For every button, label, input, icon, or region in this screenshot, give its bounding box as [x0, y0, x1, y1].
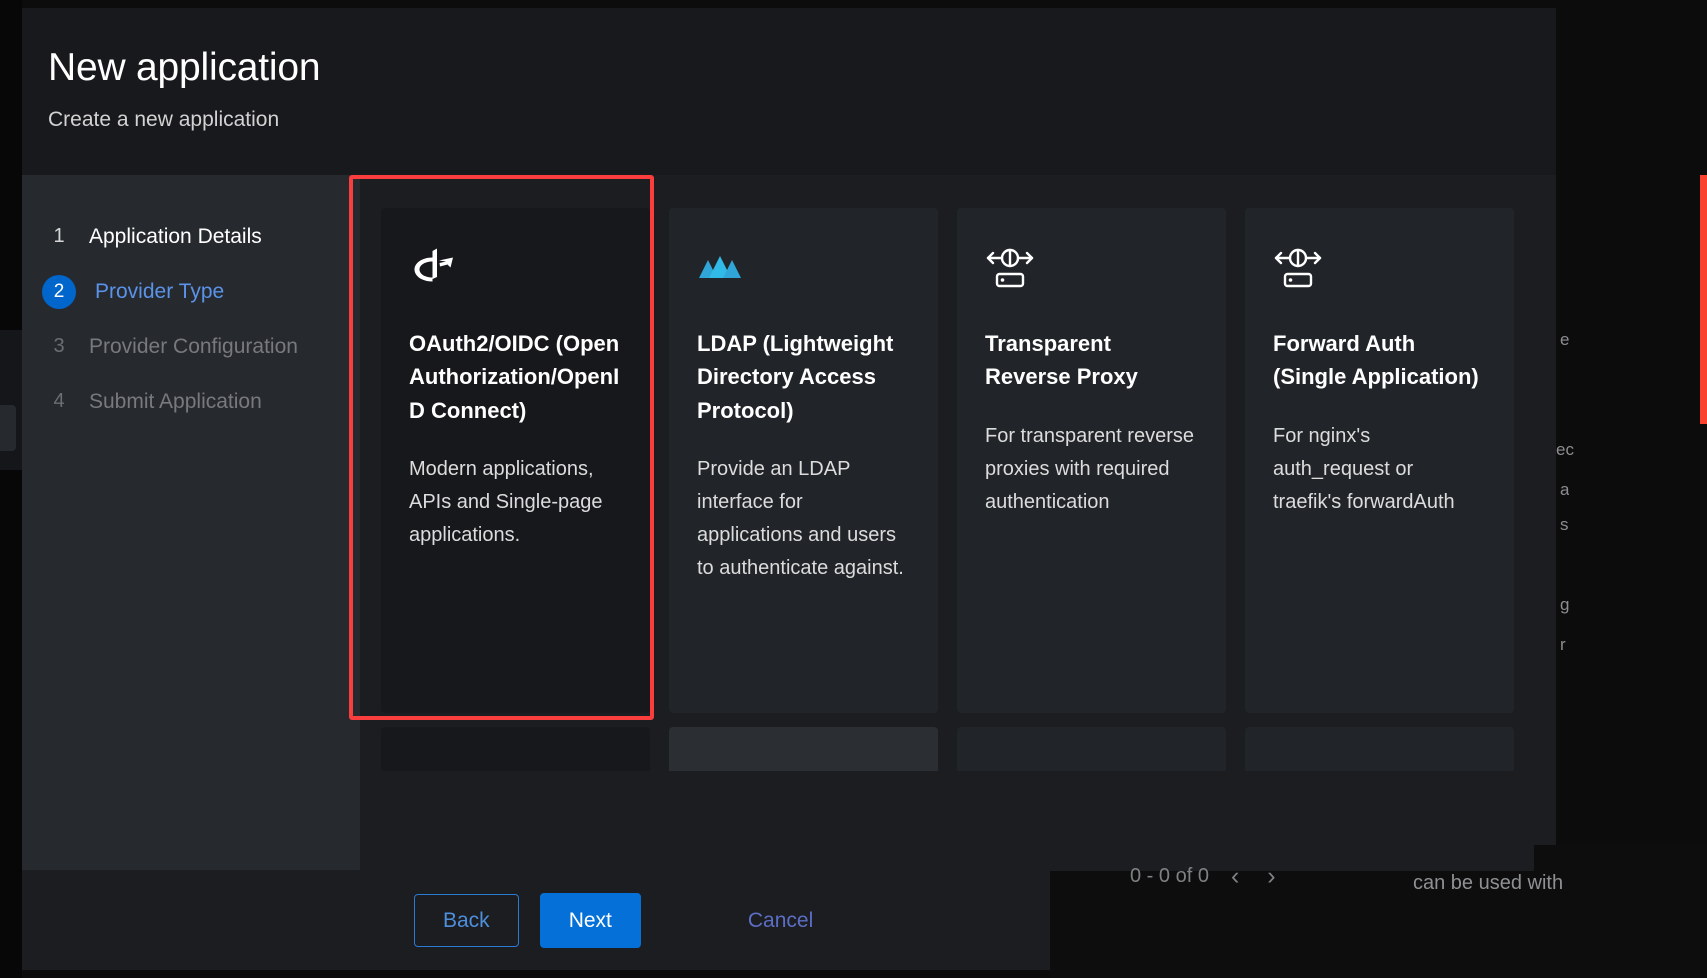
provider-card-title: LDAP (Lightweight Directory Access Proto… — [697, 327, 910, 427]
provider-card-description: Modern applications, APIs and Single-pag… — [409, 453, 622, 552]
step-number: 1 — [48, 225, 70, 248]
background-text-fragment: a — [1560, 480, 1569, 500]
new-application-modal: New application Create a new application… — [22, 8, 1556, 970]
background-text-fragment: r — [1560, 635, 1566, 655]
wizard-step-application-details[interactable]: 1 Application Details — [22, 209, 360, 264]
page-title: New application — [48, 46, 1556, 91]
step-number-badge: 2 — [42, 275, 76, 309]
right-edge-highlight-bar — [1700, 175, 1707, 424]
step-label: Provider Configuration — [89, 335, 298, 359]
provider-card-stub[interactable] — [669, 727, 938, 771]
background-left-strip — [0, 0, 22, 978]
provider-card-grid: OAuth2/OIDC (Open Authorization/OpenID C… — [381, 208, 1514, 713]
background-text-fragment: e — [1560, 330, 1569, 350]
provider-card-stub[interactable] — [1245, 727, 1514, 771]
background-text-fragment: can be used with — [1413, 872, 1563, 895]
step-label: Provider Type — [95, 280, 224, 304]
provider-card-title: Forward Auth (Single Application) — [1273, 327, 1486, 394]
provider-card-stub[interactable] — [381, 727, 650, 771]
background-left-tab — [0, 405, 16, 451]
provider-card-stub[interactable] — [957, 727, 1226, 771]
wizard-step-submit-application[interactable]: 4 Submit Application — [22, 374, 360, 429]
provider-card-description: For transparent reverse proxies with req… — [985, 420, 1198, 519]
pagination-range-label: 0 - 0 of 0 — [1130, 865, 1209, 888]
chevron-right-icon[interactable]: › — [1261, 862, 1281, 891]
modal-body: 1 Application Details 2 Provider Type 3 … — [22, 175, 1556, 870]
wizard-step-nav: 1 Application Details 2 Provider Type 3 … — [22, 175, 360, 870]
pagination-controls: 0 - 0 of 0 ‹ › — [1130, 862, 1282, 891]
step-number: 3 — [48, 335, 70, 358]
background-text-fragment: g — [1560, 595, 1569, 615]
openid-connect-icon — [409, 241, 622, 297]
background-text-fragment: s — [1560, 515, 1569, 535]
modal-header: New application Create a new application — [22, 8, 1556, 175]
step-label: Application Details — [89, 225, 262, 249]
provider-card-ldap[interactable]: LDAP (Lightweight Directory Access Proto… — [669, 208, 938, 713]
reverse-proxy-icon — [985, 241, 1198, 297]
provider-card-transparent-reverse-proxy[interactable]: Transparent Reverse Proxy For transparen… — [957, 208, 1226, 713]
forward-auth-icon — [1273, 241, 1486, 297]
provider-card-description: For nginx's auth_request or traefik's fo… — [1273, 420, 1486, 519]
background-pagination-strip-top — [1050, 845, 1534, 871]
page-subtitle: Create a new application — [48, 108, 1556, 132]
step-number: 4 — [48, 390, 70, 413]
provider-card-oauth2-oidc[interactable]: OAuth2/OIDC (Open Authorization/OpenID C… — [381, 208, 650, 713]
provider-card-stub-row — [381, 727, 1514, 771]
wizard-step-provider-configuration[interactable]: 3 Provider Configuration — [22, 319, 360, 374]
background-right-column: eecasgr — [1562, 0, 1707, 978]
chevron-left-icon[interactable]: ‹ — [1225, 862, 1245, 891]
back-button[interactable]: Back — [414, 894, 519, 947]
next-button[interactable]: Next — [540, 893, 641, 948]
provider-card-description: Provide an LDAP interface for applicatio… — [697, 453, 910, 585]
provider-card-title: OAuth2/OIDC (Open Authorization/OpenID C… — [409, 327, 622, 427]
step-label: Submit Application — [89, 390, 262, 414]
provider-card-forward-auth[interactable]: Forward Auth (Single Application) For ng… — [1245, 208, 1514, 713]
cancel-button[interactable]: Cancel — [728, 894, 833, 947]
wizard-step-provider-type[interactable]: 2 Provider Type — [22, 264, 360, 319]
background-text-fragment: ec — [1556, 440, 1574, 460]
provider-type-card-area: OAuth2/OIDC (Open Authorization/OpenID C… — [360, 175, 1556, 870]
provider-card-title: Transparent Reverse Proxy — [985, 327, 1198, 394]
ldap-mountains-icon — [697, 241, 910, 297]
